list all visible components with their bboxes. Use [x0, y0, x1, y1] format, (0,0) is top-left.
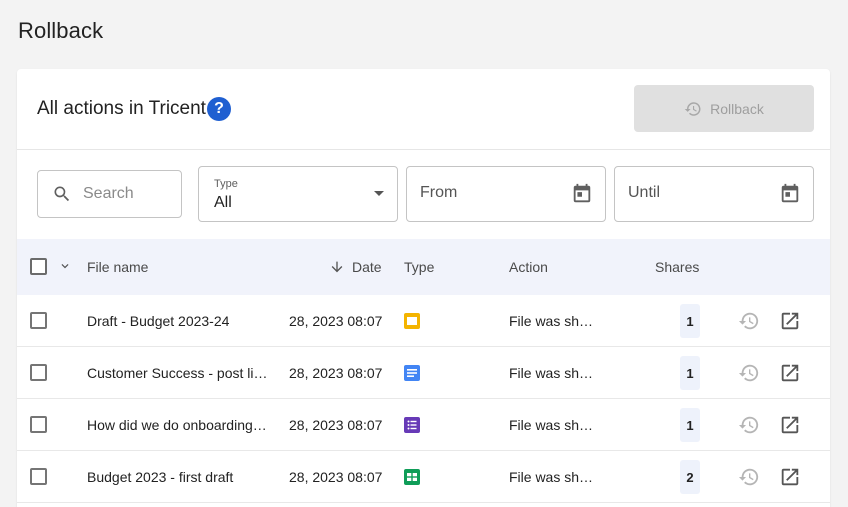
row-checkbox[interactable]	[30, 312, 47, 329]
select-all-checkbox[interactable]	[30, 258, 47, 275]
type-select-value: All	[214, 194, 232, 211]
shares-count[interactable]: 1	[680, 408, 700, 442]
until-placeholder: Until	[628, 184, 661, 201]
file-name[interactable]: Customer Success - post li…	[87, 365, 277, 381]
sheets-icon	[404, 469, 420, 485]
type-select-label: Type	[214, 178, 238, 190]
slides-icon	[404, 313, 420, 329]
table-row[interactable]: Budget 2023 - first draft 28, 2023 08:07…	[17, 451, 830, 503]
table-header: File name Date Type Action Shares	[17, 239, 830, 295]
help-icon[interactable]: ?	[206, 97, 231, 121]
history-icon	[684, 101, 701, 116]
column-header-type[interactable]: Type	[404, 259, 434, 275]
type-select[interactable]: Type All	[198, 166, 398, 222]
card-title-text: All actions in Tricent	[37, 98, 206, 119]
shares-count[interactable]: 1	[680, 356, 700, 390]
actions-card: All actions in Tricent ? Rollback Search…	[17, 69, 830, 507]
file-name[interactable]: Budget 2023 - first draft	[87, 469, 277, 485]
file-name[interactable]: Draft - Budget 2023-24	[87, 313, 277, 329]
card-header: All actions in Tricent ? Rollback	[17, 69, 830, 150]
row-checkbox[interactable]	[30, 468, 47, 485]
column-header-shares[interactable]: Shares	[655, 259, 699, 275]
calendar-icon[interactable]	[571, 183, 593, 205]
column-header-action[interactable]: Action	[509, 259, 548, 275]
open-in-new-icon[interactable]	[779, 414, 801, 436]
search-icon	[54, 186, 70, 202]
history-icon[interactable]	[738, 362, 760, 384]
until-date-field[interactable]: Until	[614, 166, 814, 222]
shares-count[interactable]: 1	[680, 304, 700, 338]
arrow-down-icon[interactable]	[329, 259, 345, 275]
row-checkbox[interactable]	[30, 364, 47, 381]
row-action: File was sh…	[509, 469, 594, 485]
row-date: 28, 2023 08:07	[289, 469, 383, 485]
history-icon[interactable]	[738, 466, 760, 488]
row-action: File was sh…	[509, 365, 594, 381]
history-icon[interactable]	[738, 414, 760, 436]
table-row[interactable]: Draft - Budget 2023-24 28, 2023 08:07 Fi…	[17, 295, 830, 347]
search-input[interactable]: Search	[37, 170, 182, 218]
calendar-icon[interactable]	[779, 183, 801, 205]
row-action: File was sh…	[509, 417, 594, 433]
history-icon[interactable]	[738, 310, 760, 332]
page-title: Rollback	[18, 18, 104, 43]
row-checkbox[interactable]	[30, 416, 47, 433]
rollback-button[interactable]: Rollback	[634, 85, 814, 132]
row-date: 28, 2023 08:07	[289, 365, 383, 381]
file-name[interactable]: How did we do onboarding…	[87, 417, 277, 433]
card-title: All actions in Tricent ?	[37, 97, 231, 121]
docs-icon	[404, 365, 420, 381]
chevron-down-icon[interactable]	[58, 259, 72, 273]
row-date: 28, 2023 08:07	[289, 313, 383, 329]
row-date: 28, 2023 08:07	[289, 417, 383, 433]
open-in-new-icon[interactable]	[779, 362, 801, 384]
rollback-button-label: Rollback	[710, 100, 764, 117]
filters-bar: Search Type All From Until	[17, 150, 830, 239]
search-placeholder: Search	[83, 185, 134, 202]
table-row[interactable]: Customer Success - post li… 28, 2023 08:…	[17, 347, 830, 399]
open-in-new-icon[interactable]	[779, 466, 801, 488]
row-action: File was sh…	[509, 313, 594, 329]
from-placeholder: From	[420, 184, 458, 201]
forms-icon	[404, 417, 420, 433]
open-in-new-icon[interactable]	[779, 310, 801, 332]
chevron-down-icon	[374, 191, 384, 196]
from-date-field[interactable]: From	[406, 166, 606, 222]
shares-count[interactable]: 2	[680, 460, 700, 494]
table-row[interactable]: How did we do onboarding… 28, 2023 08:07…	[17, 399, 830, 451]
column-header-date[interactable]: Date	[352, 259, 382, 275]
column-header-file-name[interactable]: File name	[87, 259, 148, 275]
